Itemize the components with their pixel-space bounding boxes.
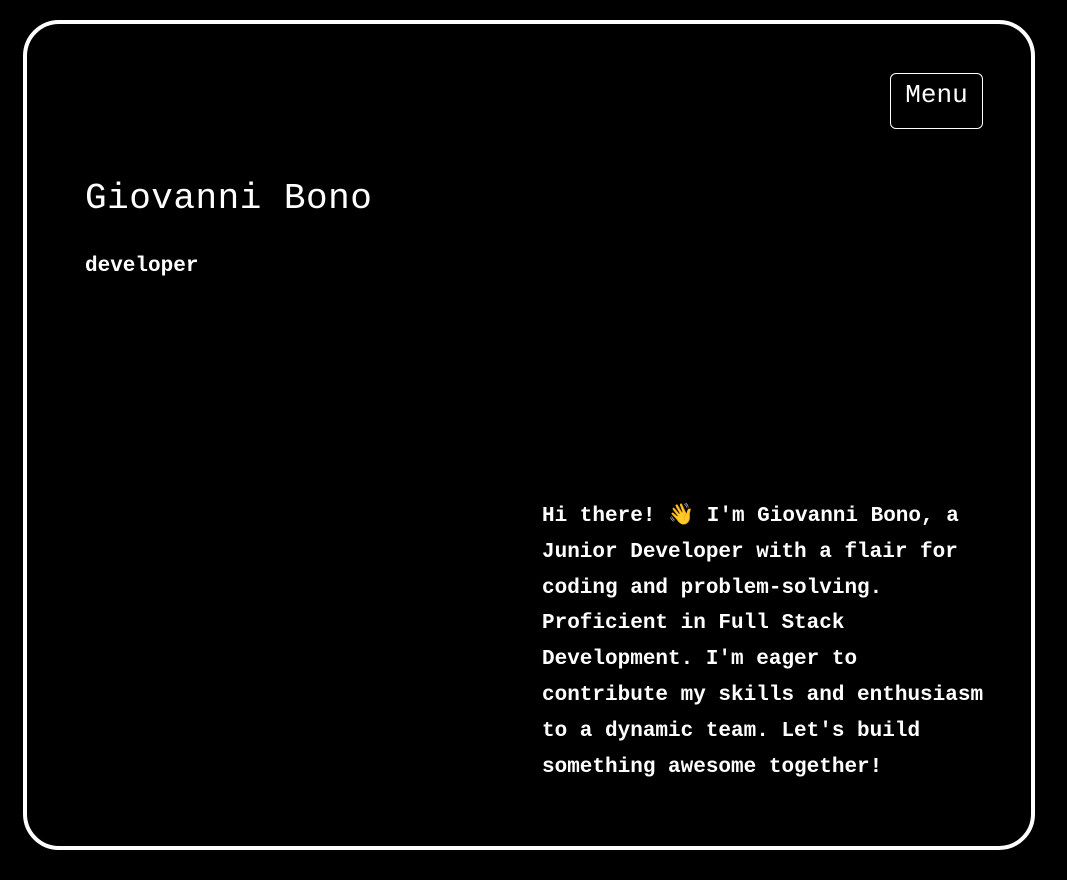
menu-button[interactable]: Menu xyxy=(890,73,983,129)
page-frame: Menu Giovanni Bono developer Hi there! 👋… xyxy=(23,20,1035,850)
hero-name: Giovanni Bono xyxy=(85,178,373,219)
hero-role: developer xyxy=(85,255,199,278)
about-bio: Hi there! 👋 I'm Giovanni Bono, a Junior … xyxy=(542,505,984,779)
